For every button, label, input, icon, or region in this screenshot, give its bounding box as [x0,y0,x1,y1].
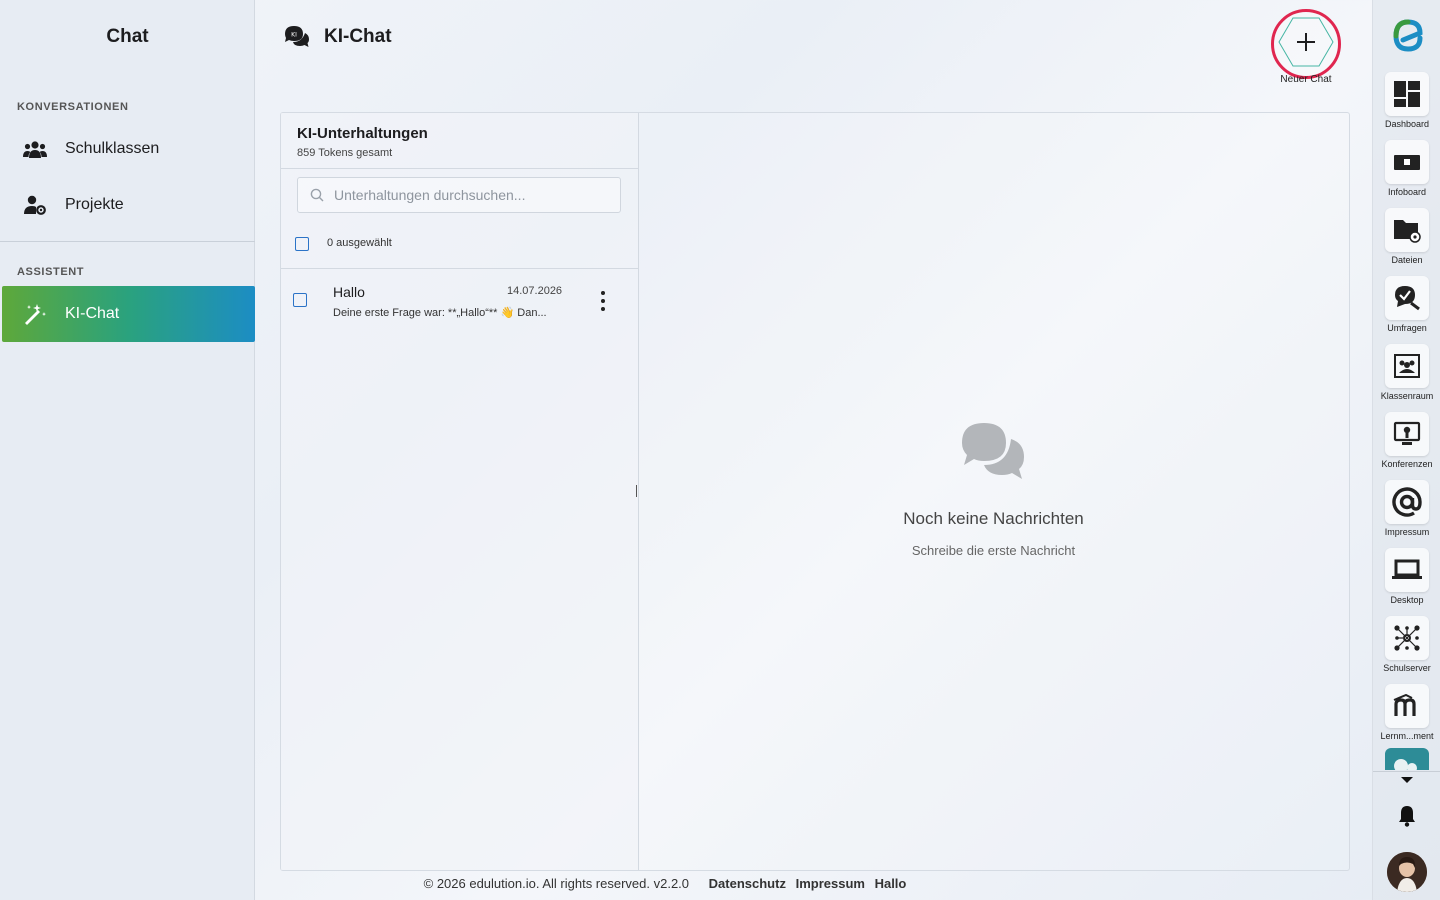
section-label-assistent: ASSISTENT [17,266,85,278]
classroom-icon [1385,344,1429,388]
footer: © 2026 edulution.io. All rights reserved… [0,876,1330,891]
app-label: Umfragen [1387,323,1427,333]
new-chat-button[interactable] [1271,9,1341,79]
footer-link-datenschutz[interactable]: Datenschutz [709,876,786,891]
network-icon [1385,616,1429,660]
divider [281,268,638,269]
conversation-checkbox[interactable] [293,293,307,307]
chevron-down-icon[interactable] [1397,770,1417,795]
app-desktop[interactable]: Desktop [1373,546,1440,614]
at-sign-icon [1385,480,1429,524]
ki-badge: KI [291,32,297,39]
laptop-icon [1385,548,1429,592]
partial-app-tile[interactable] [1385,748,1429,770]
app-dateien[interactable]: Dateien [1373,206,1440,274]
conversation-name: Hallo [333,284,365,300]
resize-handle[interactable] [636,485,637,497]
app-label: Dashboard [1384,119,1430,129]
app-rail: Dashboard Infoboard Dateien Umfragen Kla… [1372,0,1440,900]
app-impressum[interactable]: Impressum [1373,478,1440,546]
select-all-checkbox[interactable] [295,237,309,251]
message-area: Noch keine Nachrichten Schreibe die erst… [638,113,1349,870]
conversation-date: 14.07.2026 [507,285,563,297]
notification-bell-icon[interactable] [1397,804,1417,833]
app-umfragen[interactable]: Umfragen [1373,274,1440,342]
search-input[interactable] [332,186,616,204]
group-icon [20,140,50,158]
sidebar-divider [0,241,255,242]
sidebar-item-label: Schulklassen [65,140,160,157]
page-title: KI-Chat [324,26,392,47]
empty-state-title: Noch keine Nachrichten [903,509,1084,528]
new-chat-label: Neuer Chat [1280,74,1332,85]
app-label: Desktop [1390,595,1424,605]
sidebar-item-label: Projekte [65,196,124,213]
sidebar-item-projekte[interactable]: Projekte [2,177,255,233]
app-konferenzen[interactable]: Konferenzen [1373,410,1440,478]
magic-wand-icon [20,303,50,325]
plus-icon [1275,14,1337,75]
search-box [297,177,621,213]
selected-count: 0 ausgewählt [327,237,392,249]
user-settings-icon [20,195,50,215]
app-label: Impressum [1384,527,1430,537]
moodle-icon [1385,684,1429,728]
chat-bubbles-icon: KI [284,25,310,54]
footer-link-hallo[interactable]: Hallo [875,876,907,891]
chat-panel: KI-Unterhaltungen 859 Tokens gesamt 0 au… [280,112,1350,871]
search-icon [310,188,324,202]
section-label-konversationen: KONVERSATIONEN [17,101,129,113]
edulution-logo[interactable] [1393,18,1423,57]
infoboard-icon [1385,140,1429,184]
token-count: 859 Tokens gesamt [297,147,393,159]
app-lernmanagement[interactable]: Lernm...ment [1373,682,1440,750]
dashboard-icon [1385,72,1429,116]
divider [281,168,638,169]
app-label: Lernm...ment [1380,731,1434,741]
app-label: Schulserver [1383,663,1431,673]
footer-link-impressum[interactable]: Impressum [796,876,865,891]
app-schulserver[interactable]: Schulserver [1373,614,1440,682]
app-label: Konferenzen [1381,459,1433,469]
conversation-list: KI-Unterhaltungen 859 Tokens gesamt 0 au… [281,113,639,870]
sidebar-item-label: KI-Chat [65,305,120,322]
avatar[interactable] [1387,852,1427,892]
app-label: Klassenraum [1380,391,1434,401]
sidebar-item-ki-chat[interactable]: KI-Chat [2,286,255,342]
app-dashboard[interactable]: Dashboard [1373,70,1440,138]
survey-icon [1385,276,1429,320]
conversation-list-title: KI-Unterhaltungen [297,125,428,142]
app-infoboard[interactable]: Infoboard [1373,138,1440,206]
sidebar-title: Chat [106,26,149,47]
conversation-preview: Deine erste Frage war: **„Hallo“** 👋 Dan… [333,307,547,319]
chat-bubbles-icon [960,421,1026,492]
sidebar: Chat KONVERSATIONEN Schulklassen Projekt… [0,0,255,900]
app-klassenraum[interactable]: Klassenraum [1373,342,1440,410]
folder-share-icon [1385,208,1429,252]
copyright: © 2026 edulution.io. All rights reserved… [423,876,690,891]
sidebar-item-schulklassen[interactable]: Schulklassen [2,121,255,177]
conference-icon [1385,412,1429,456]
more-options-icon[interactable] [597,291,609,311]
app-label: Infoboard [1387,187,1427,197]
empty-state-subtitle: Schreibe die erste Nachricht [911,543,1076,558]
conversation-item[interactable]: Hallo 14.07.2026 Deine erste Frage war: … [281,271,638,331]
app-label: Dateien [1391,255,1423,265]
